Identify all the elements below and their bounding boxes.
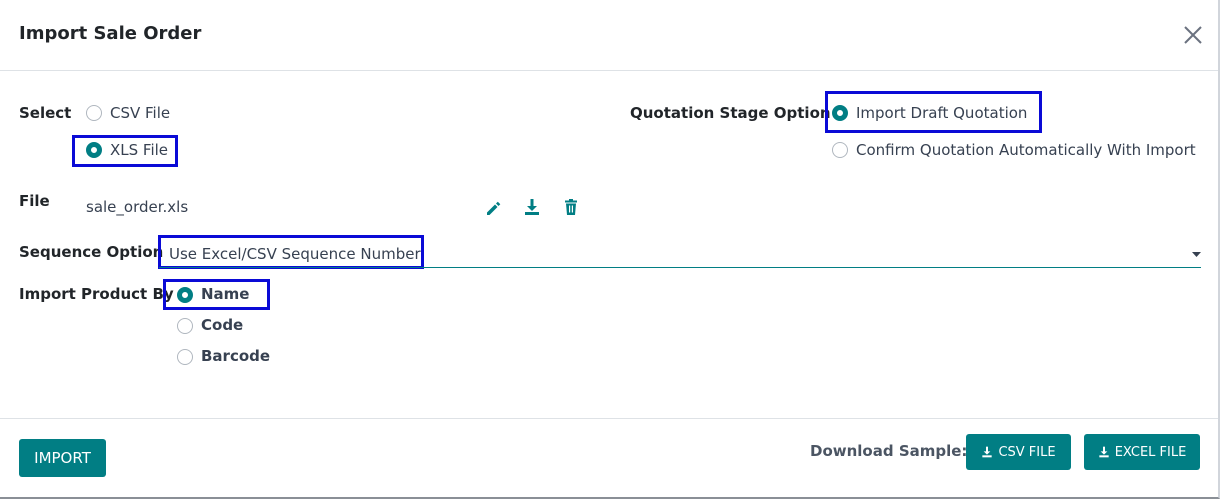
xls-file-option-label: XLS File — [110, 141, 169, 159]
import-button[interactable]: IMPORT — [19, 439, 106, 477]
sequence-option-label: Sequence Option — [19, 243, 164, 261]
radio-code[interactable] — [177, 318, 193, 334]
radio-csv-file[interactable] — [86, 105, 102, 121]
close-icon[interactable] — [1182, 24, 1204, 46]
import-dialog: Import Sale Order Select CSV File XLS Fi… — [0, 0, 1220, 499]
quotation-stage-label: Quotation Stage Option — [630, 104, 831, 122]
sequence-option-select[interactable]: Use Excel/CSV Sequence Number — [169, 245, 421, 263]
radio-barcode[interactable] — [177, 349, 193, 365]
trash-icon[interactable] — [562, 198, 580, 216]
footer-divider — [0, 418, 1218, 419]
download-excel-button[interactable]: EXCEL FILE — [1084, 434, 1200, 470]
import-product-by-label: Import Product By — [19, 285, 174, 303]
name-option-label: Name — [201, 285, 250, 303]
download-csv-button[interactable]: CSV FILE — [966, 434, 1071, 470]
download-icon[interactable] — [523, 198, 541, 216]
sequence-select-underline — [159, 267, 1201, 268]
import-draft-quotation-label: Import Draft Quotation — [856, 104, 1028, 122]
download-sample-label: Download Sample: — [810, 442, 968, 460]
dialog-title: Import Sale Order — [19, 23, 202, 44]
excel-file-button-label: EXCEL FILE — [1114, 444, 1187, 460]
download-icon — [982, 446, 993, 458]
radio-xls-file[interactable] — [86, 142, 102, 158]
radio-name[interactable] — [177, 287, 193, 303]
dialog-header: Import Sale Order — [0, 0, 1218, 71]
code-option-label: Code — [201, 316, 244, 334]
caret-down-icon[interactable] — [1192, 252, 1201, 258]
file-name: sale_order.xls — [86, 198, 189, 216]
select-label: Select — [19, 104, 72, 122]
barcode-option-label: Barcode — [201, 347, 271, 365]
file-label: File — [19, 192, 50, 210]
radio-import-draft-quotation[interactable] — [832, 105, 848, 121]
download-icon — [1099, 446, 1109, 458]
radio-confirm-quotation[interactable] — [832, 142, 848, 158]
csv-file-option-label: CSV File — [110, 104, 171, 122]
confirm-quotation-label: Confirm Quotation Automatically With Imp… — [856, 141, 1196, 159]
pencil-icon[interactable] — [484, 199, 502, 217]
csv-file-button-label: CSV FILE — [998, 444, 1056, 460]
